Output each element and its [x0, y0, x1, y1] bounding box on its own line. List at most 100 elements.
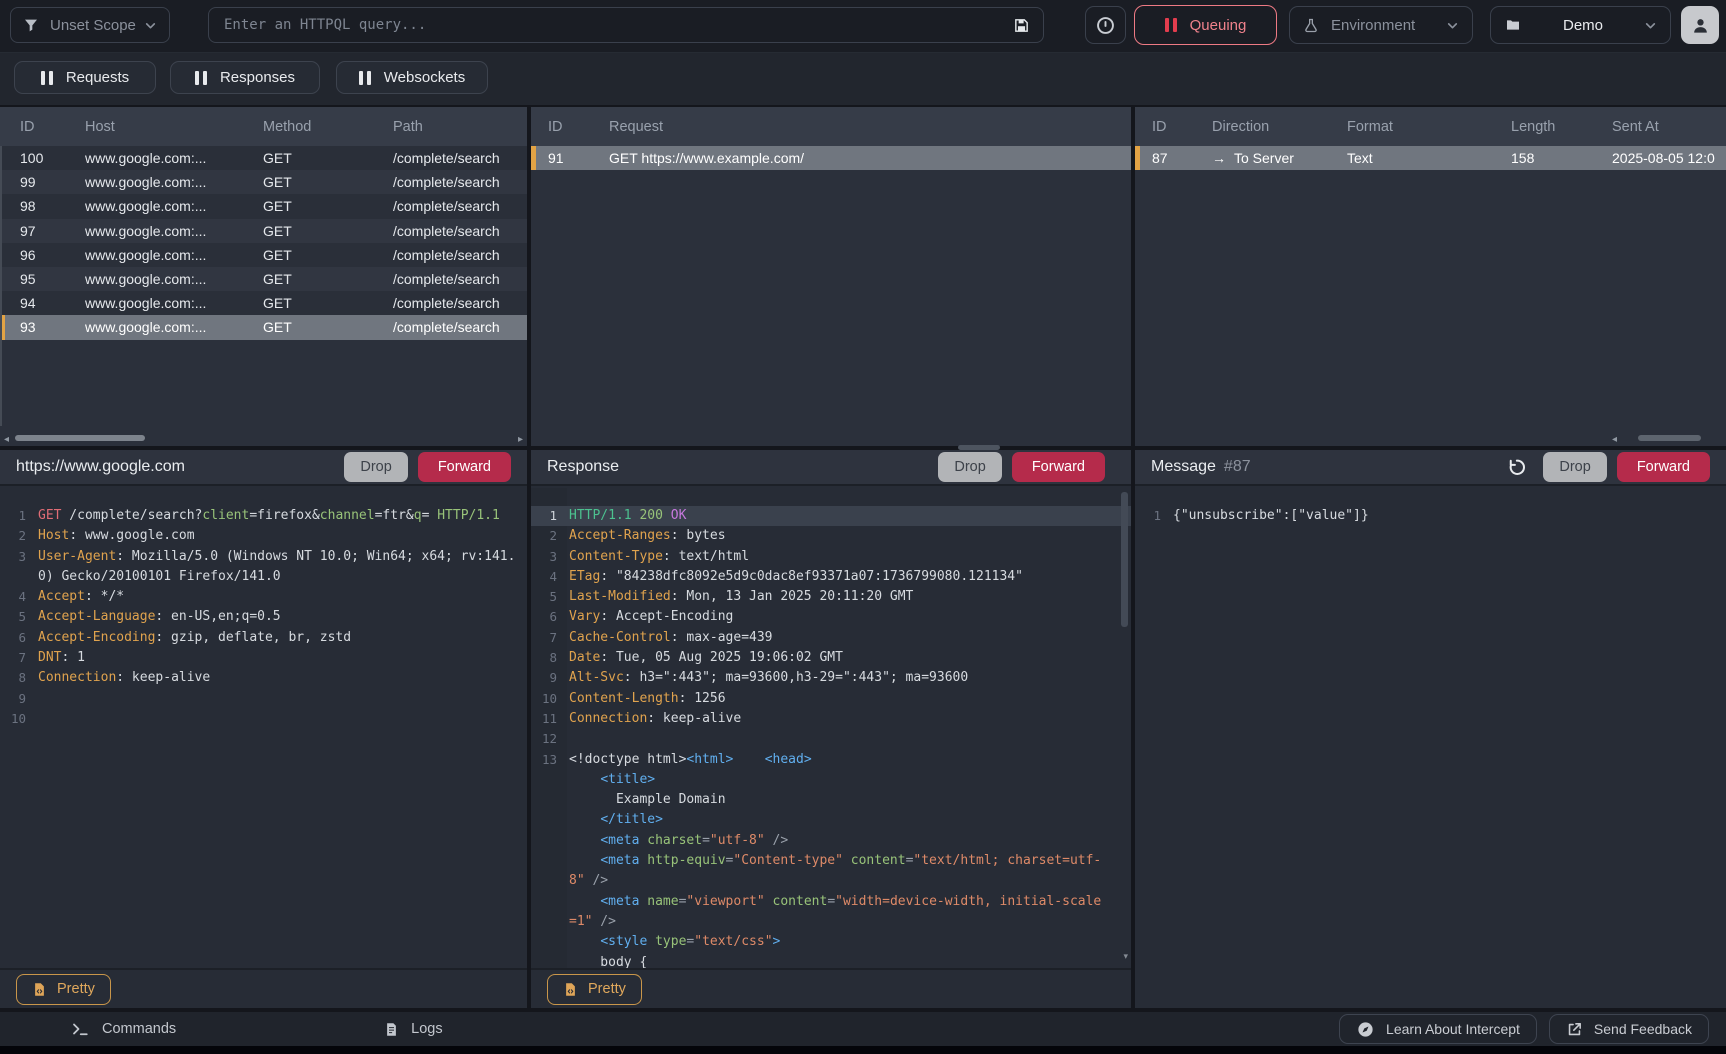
scope-label: Unset Scope	[50, 17, 144, 34]
request-editor-header: https://www.google.com Drop Forward	[0, 450, 527, 486]
send-feedback-button[interactable]: Send Feedback	[1549, 1014, 1709, 1044]
table-row[interactable]: 94www.google.com:...GET/complete/search	[0, 291, 527, 315]
queuing-toggle-button[interactable]: Queuing	[1134, 5, 1277, 45]
table-row[interactable]: 87→To ServerText1582025-08-05 12:0	[1135, 146, 1726, 170]
httpql-query-box	[208, 7, 1044, 43]
cell-path: /complete/search	[385, 223, 527, 239]
code-line: 13<!doctype html><html> <head>	[531, 750, 1131, 770]
forward-button[interactable]: Forward	[418, 452, 511, 482]
cell-host: www.google.com:...	[70, 223, 250, 239]
project-dropdown[interactable]: Demo	[1490, 6, 1671, 44]
scroll-down-icon[interactable]: ▾	[1123, 951, 1128, 962]
table-row[interactable]: 93www.google.com:...GET/complete/search	[0, 315, 527, 339]
code-line: 3Content-Type: text/html	[531, 547, 1131, 567]
commands-button[interactable]: Commands	[64, 1019, 182, 1039]
httpql-query-input[interactable]	[222, 16, 1013, 34]
table-row[interactable]: 99www.google.com:...GET/complete/search	[0, 170, 527, 194]
folder-icon	[1504, 17, 1522, 33]
message-editor-header: Message #87 Drop Forward	[1135, 450, 1726, 486]
undo-icon	[1507, 457, 1527, 477]
cell-method: GET	[250, 247, 385, 263]
column-header-id: ID	[0, 119, 70, 135]
account-button[interactable]	[1681, 6, 1719, 44]
code-line: 10	[0, 709, 527, 729]
code-line: 1{"unsubscribe":["value"]}	[1135, 506, 1726, 526]
code-line: <style type="text/css">	[531, 932, 1131, 952]
cell-id: 94	[0, 295, 70, 311]
code-line: 7DNT: 1	[0, 648, 527, 668]
horizontal-scrollbar[interactable]	[1638, 435, 1701, 441]
table-row[interactable]: 91GET https://www.example.com/	[531, 146, 1131, 170]
table-row[interactable]: 96www.google.com:...GET/complete/search	[0, 243, 527, 267]
code-line: =1" />	[531, 912, 1131, 932]
cell-length: 158	[1495, 150, 1590, 166]
learn-about-intercept-button[interactable]: Learn About Intercept	[1339, 1014, 1537, 1044]
cell-id: 99	[0, 174, 70, 190]
pretty-file-icon	[563, 981, 578, 998]
requests-toggle-button[interactable]: Requests	[14, 61, 156, 94]
pretty-toggle-button[interactable]: Pretty	[16, 974, 111, 1005]
code-line: 6Accept-Encoding: gzip, deflate, br, zst…	[0, 628, 527, 648]
pause-icon	[1165, 18, 1177, 32]
scroll-left-icon[interactable]: ◂	[4, 435, 9, 445]
websockets-toggle-button[interactable]: Websockets	[336, 61, 488, 94]
code-line: 2Host: www.google.com	[0, 526, 527, 546]
environment-dropdown[interactable]: Environment	[1289, 6, 1473, 44]
cell-path: /complete/search	[385, 295, 527, 311]
cell-id: 91	[531, 150, 595, 166]
message-title: Message	[1151, 458, 1216, 475]
forward-button[interactable]: Forward	[1617, 452, 1710, 482]
feedback-label: Send Feedback	[1594, 1021, 1692, 1037]
table-row[interactable]: 97www.google.com:...GET/complete/search	[0, 219, 527, 243]
response-editor-content[interactable]: 1HTTP/1.1 200 OK2Accept-Ranges: bytes3Co…	[531, 488, 1131, 968]
requests-table-panel: ID Host Method Path 100www.google.com:..…	[0, 107, 527, 446]
scope-dropdown[interactable]: Unset Scope	[10, 7, 170, 43]
response-editor-panel: Response Drop Forward 1HTTP/1.1 200 OK2A…	[531, 450, 1131, 1008]
code-line: 0) Gecko/20100101 Firefox/141.0	[0, 567, 527, 587]
browser-launch-button[interactable]	[1085, 6, 1126, 44]
table-row[interactable]: 95www.google.com:...GET/complete/search	[0, 267, 527, 291]
cell-id: 98	[0, 198, 70, 214]
column-header-sent-at: Sent At	[1590, 119, 1726, 135]
drop-button[interactable]: Drop	[938, 452, 1001, 482]
scroll-left-icon[interactable]: ◂	[1612, 435, 1617, 445]
request-editor-content[interactable]: 1GET /complete/search?client=firefox&cha…	[0, 488, 527, 968]
pretty-toggle-button[interactable]: Pretty	[547, 974, 642, 1005]
message-id: #87	[1224, 458, 1251, 475]
pretty-label: Pretty	[588, 981, 626, 997]
messages-table-body: 87→To ServerText1582025-08-05 12:0	[1135, 146, 1726, 170]
code-line: 4ETag: "84238dfc8092e5d9c0dac8ef93371a07…	[531, 567, 1131, 587]
chevron-down-icon	[1446, 19, 1459, 32]
forward-button[interactable]: Forward	[1012, 452, 1105, 482]
cell-id: 87	[1135, 150, 1197, 166]
logs-button[interactable]: Logs	[378, 1020, 448, 1039]
status-bar: Commands Logs Learn About Intercept Send…	[0, 1012, 1726, 1046]
drop-button[interactable]: Drop	[344, 452, 407, 482]
table-row[interactable]: 100www.google.com:...GET/complete/search	[0, 146, 527, 170]
requests-table-header: ID Host Method Path	[0, 107, 527, 146]
code-line: 7Cache-Control: max-age=439	[531, 628, 1131, 648]
cell-id: 95	[0, 271, 70, 287]
drop-button[interactable]: Drop	[1543, 452, 1606, 482]
environment-label: Environment	[1331, 17, 1446, 34]
responses-label: Responses	[220, 69, 295, 86]
message-editor-content[interactable]: 1{"unsubscribe":["value"]}	[1135, 488, 1726, 1008]
cell-method: GET	[250, 295, 385, 311]
save-query-button[interactable]	[1013, 17, 1030, 34]
revert-button[interactable]	[1507, 457, 1527, 477]
scroll-right-icon[interactable]: ▸	[518, 435, 523, 445]
code-line: 3User-Agent: Mozilla/5.0 (Windows NT 10.…	[0, 547, 527, 567]
cell-host: www.google.com:...	[70, 150, 250, 166]
pretty-file-icon	[32, 981, 47, 998]
horizontal-scrollbar[interactable]	[15, 435, 145, 441]
terminal-icon	[70, 1020, 90, 1038]
code-line: 8Date: Tue, 05 Aug 2025 19:06:02 GMT	[531, 648, 1131, 668]
code-line: <title>	[531, 770, 1131, 790]
table-row[interactable]: 98www.google.com:...GET/complete/search	[0, 194, 527, 218]
logs-label: Logs	[411, 1021, 442, 1037]
vertical-scrollbar[interactable]	[1121, 492, 1128, 627]
request-url-title: https://www.google.com	[16, 458, 344, 476]
flask-icon	[1303, 17, 1319, 34]
save-icon	[1013, 17, 1030, 34]
responses-toggle-button[interactable]: Responses	[170, 61, 320, 94]
